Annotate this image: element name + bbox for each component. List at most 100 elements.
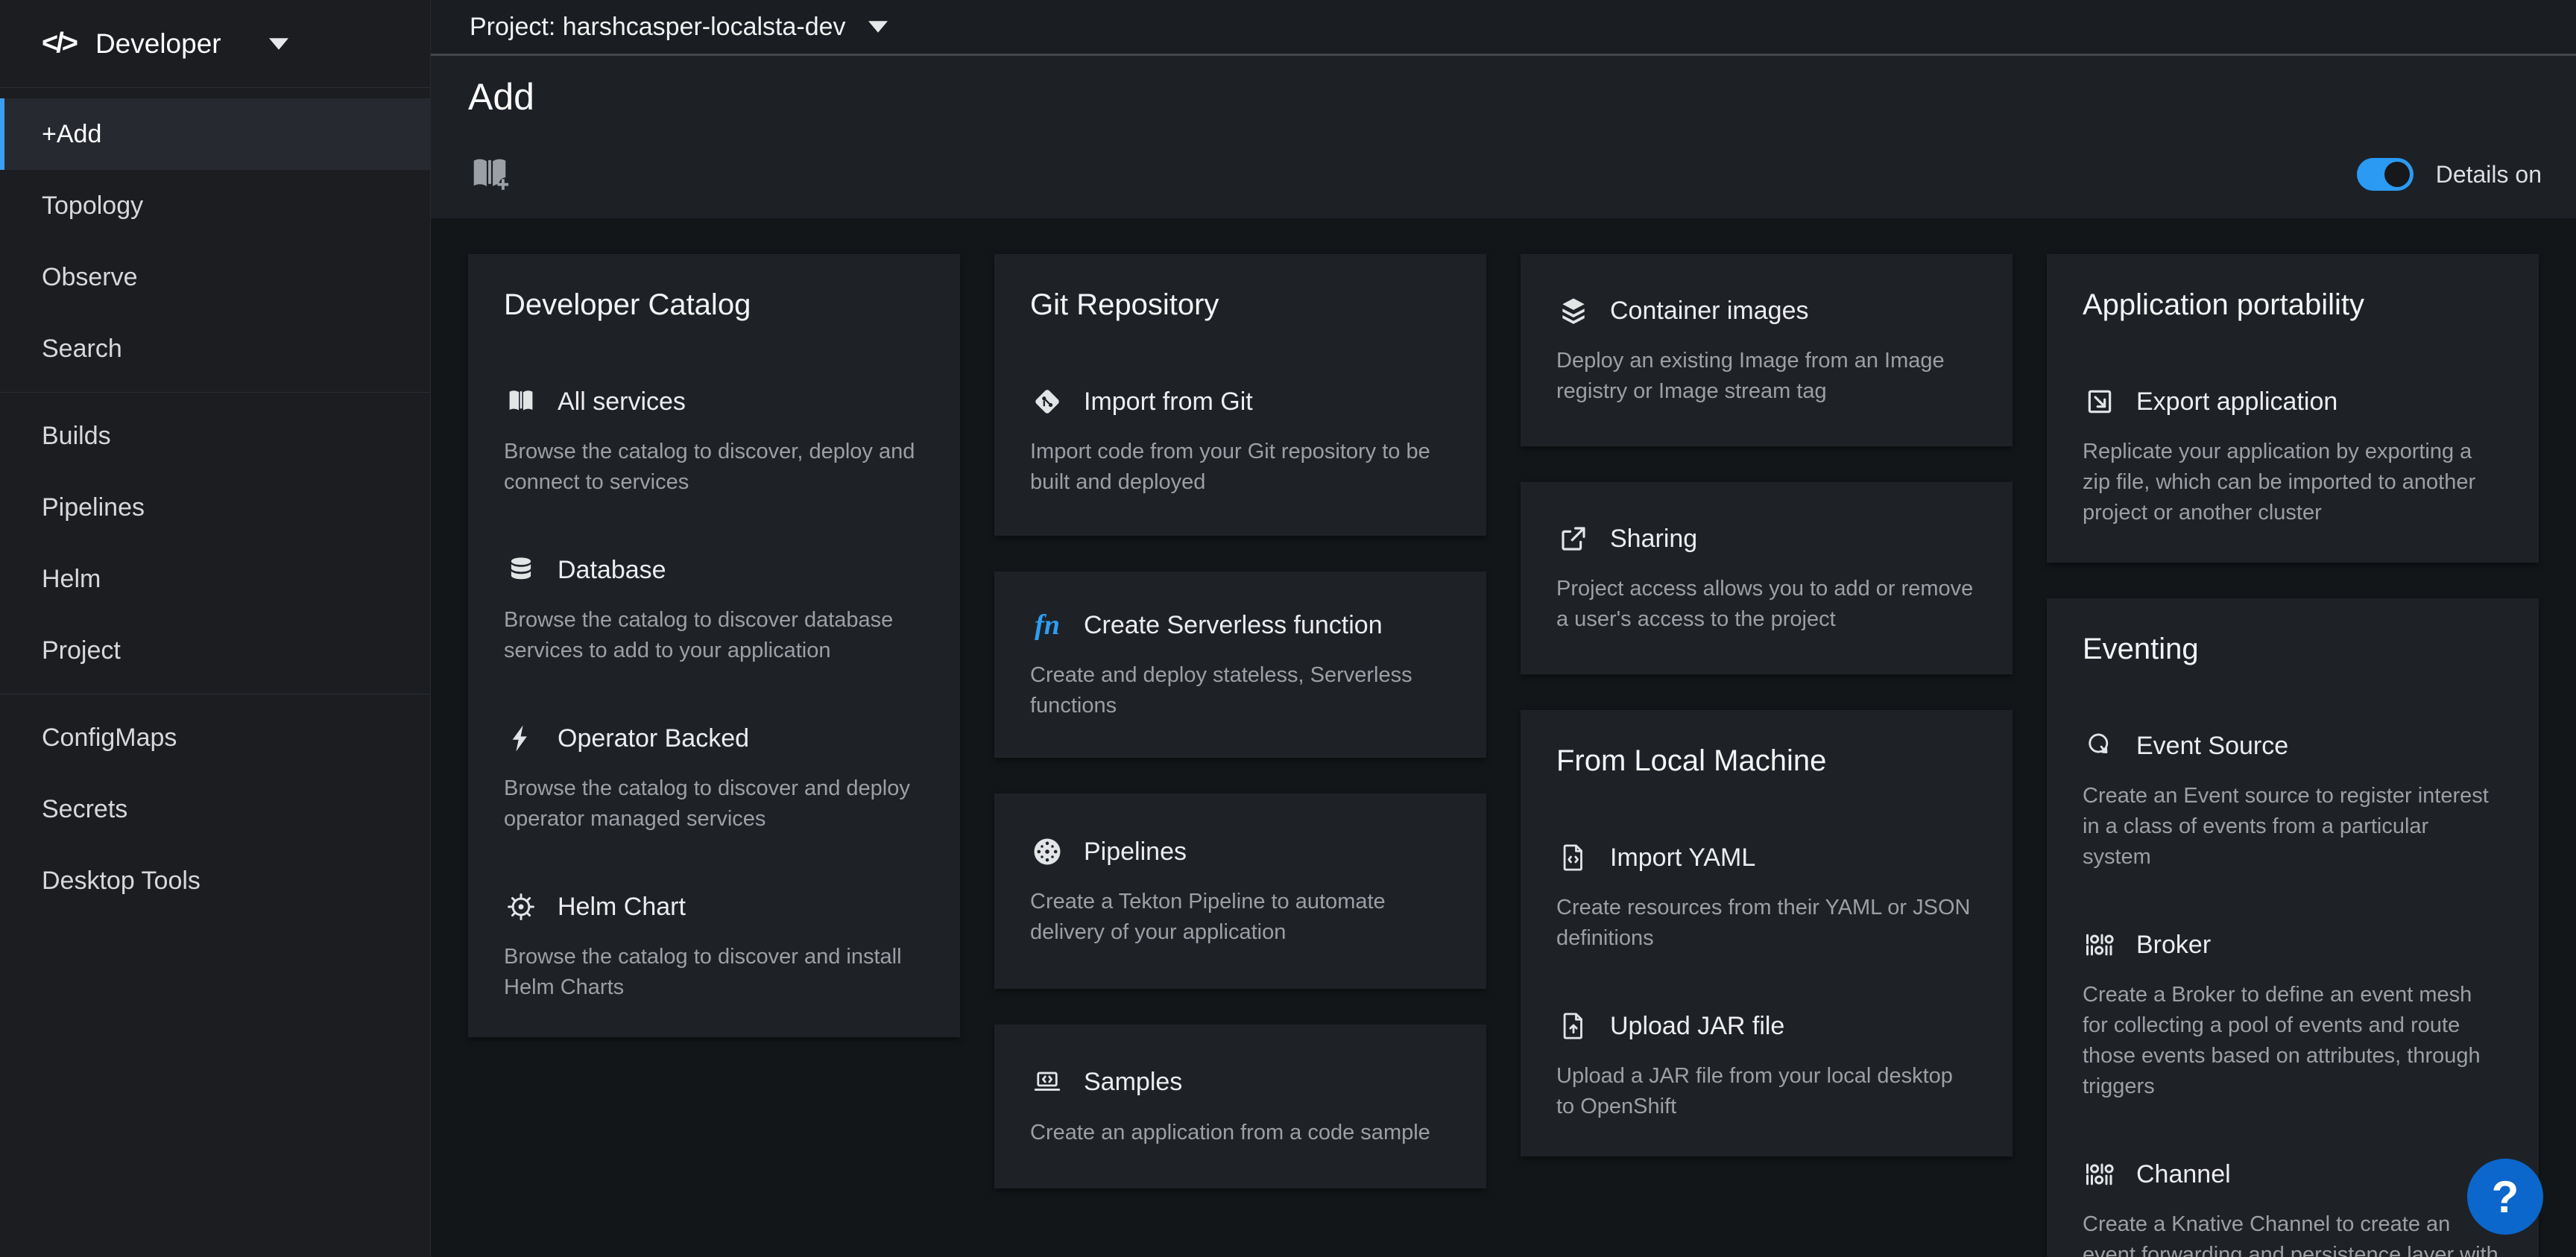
item-description: Create an Event source to register inter… bbox=[2083, 781, 2503, 873]
card-pipelines: Pipelines Create a Tekton Pipeline to au… bbox=[994, 794, 1486, 989]
item-label: Database bbox=[558, 556, 666, 585]
card-item-helm-chart[interactable]: Helm Chart Browse the catalog to discove… bbox=[504, 890, 924, 1003]
card-samples: Samples Create an application from a cod… bbox=[994, 1025, 1486, 1188]
sidebar-item-secrets[interactable]: Secrets bbox=[0, 773, 430, 845]
card-item-create-serverless-function[interactable]: fn Create Serverless function Create and… bbox=[1030, 608, 1450, 721]
chevron-down-icon bbox=[868, 21, 888, 33]
item-label: All services bbox=[558, 387, 686, 417]
card-item-import-from-git[interactable]: Import from Git Import code from your Gi… bbox=[1030, 384, 1450, 498]
card-from-local-machine: From Local Machine Import YAML bbox=[1521, 710, 2012, 1156]
sidebar: </> Developer +Add Topology Observe Sear… bbox=[0, 0, 431, 1257]
project-selector[interactable]: Project: harshcasper-localsta-dev bbox=[470, 13, 888, 42]
sidebar-item-builds[interactable]: Builds bbox=[0, 400, 430, 472]
item-description: Create resources from their YAML or JSON… bbox=[1556, 893, 1977, 954]
card-container-images: Container images Deploy an existing Imag… bbox=[1521, 254, 2012, 446]
item-description: Browse the catalog to discover and insta… bbox=[504, 942, 924, 1003]
card-item-sharing[interactable]: Sharing Project access allows you to add… bbox=[1556, 522, 1977, 635]
sidebar-item-desktop-tools[interactable]: Desktop Tools bbox=[0, 845, 430, 916]
database-icon bbox=[504, 553, 538, 587]
card-title: Eventing bbox=[2083, 633, 2503, 666]
sidebar-item-search[interactable]: Search bbox=[0, 313, 430, 384]
layers-icon bbox=[1556, 294, 1591, 328]
event-source-icon bbox=[2083, 729, 2117, 763]
broker-icon bbox=[2083, 928, 2117, 962]
item-label: Channel bbox=[2136, 1160, 2231, 1189]
sidebar-item-configmaps[interactable]: ConfigMaps bbox=[0, 702, 430, 773]
card-item-operator-backed[interactable]: Operator Backed Browse the catalog to di… bbox=[504, 721, 924, 835]
card-application-portability: Application portability Export applicati… bbox=[2047, 254, 2539, 563]
item-label: Import YAML bbox=[1610, 843, 1755, 873]
item-description: Replicate your application by exporting … bbox=[2083, 437, 2503, 528]
serverless-fn-icon: fn bbox=[1030, 608, 1064, 642]
page-title: Add bbox=[468, 75, 2542, 118]
item-label: Pipelines bbox=[1084, 838, 1187, 867]
item-label: Helm Chart bbox=[558, 893, 686, 922]
cards-column-2: Git Repository Import bbox=[994, 254, 1486, 1188]
item-description: Browse the catalog to discover database … bbox=[504, 605, 924, 666]
developer-logo-icon: </> bbox=[42, 28, 76, 60]
sidebar-item-project[interactable]: Project bbox=[0, 615, 430, 686]
share-icon bbox=[1556, 522, 1591, 556]
card-item-database[interactable]: Database Browse the catalog to discover … bbox=[504, 553, 924, 666]
add-cards-grid: Developer Catalog All services Brow bbox=[431, 218, 2576, 1257]
card-item-pipelines[interactable]: Pipelines Create a Tekton Pipeline to au… bbox=[1030, 835, 1450, 948]
sidebar-item-topology[interactable]: Topology bbox=[0, 170, 430, 241]
chevron-down-icon bbox=[269, 38, 288, 50]
item-description: Import code from your Git repository to … bbox=[1030, 437, 1450, 498]
cards-column-4: Application portability Export applicati… bbox=[2047, 254, 2539, 1257]
cards-column-1: Developer Catalog All services Brow bbox=[468, 254, 960, 1037]
card-item-event-source[interactable]: Event Source Create an Event source to r… bbox=[2083, 729, 2503, 873]
perspective-switcher[interactable]: </> Developer bbox=[0, 0, 430, 88]
sidebar-item-observe[interactable]: Observe bbox=[0, 241, 430, 313]
sidebar-nav: +Add Topology Observe Search Builds Pipe… bbox=[0, 88, 430, 916]
card-developer-catalog: Developer Catalog All services Brow bbox=[468, 254, 960, 1037]
item-description: Browse the catalog to discover and deplo… bbox=[504, 773, 924, 835]
item-description: Create a Knative Channel to create an ev… bbox=[2083, 1209, 2503, 1257]
git-icon bbox=[1030, 384, 1064, 419]
item-label: Export application bbox=[2136, 387, 2337, 417]
main-area: Project: harshcasper-localsta-dev Add bbox=[431, 0, 2576, 1257]
item-description: Create a Tekton Pipeline to automate del… bbox=[1030, 887, 1450, 948]
card-eventing: Eventing Event Source bbox=[2047, 598, 2539, 1257]
card-serverless-function: fn Create Serverless function Create and… bbox=[994, 571, 1486, 758]
project-bar: Project: harshcasper-localsta-dev bbox=[431, 0, 2576, 56]
sidebar-item-helm[interactable]: Helm bbox=[0, 543, 430, 615]
card-item-upload-jar-file[interactable]: Upload JAR file Upload a JAR file from y… bbox=[1556, 1009, 1977, 1122]
item-label: Broker bbox=[2136, 931, 2211, 960]
details-toggle-label: Details on bbox=[2436, 161, 2542, 189]
tekton-pipelines-icon bbox=[1030, 835, 1064, 869]
sidebar-item-add[interactable]: +Add bbox=[0, 98, 430, 170]
help-button[interactable]: ? bbox=[2467, 1159, 2543, 1235]
perspective-label: Developer bbox=[95, 28, 221, 60]
helm-icon bbox=[504, 890, 538, 924]
item-description: Deploy an existing Image from an Image r… bbox=[1556, 346, 1977, 407]
card-title: From Local Machine bbox=[1556, 744, 1977, 778]
file-code-icon bbox=[1556, 840, 1591, 875]
item-label: Upload JAR file bbox=[1610, 1012, 1784, 1041]
toggle-knob bbox=[2384, 162, 2410, 187]
sidebar-item-pipelines[interactable]: Pipelines bbox=[0, 472, 430, 543]
catalog-book-plus-icon bbox=[468, 153, 511, 196]
file-upload-icon bbox=[1556, 1009, 1591, 1043]
card-git-repository: Git Repository Import bbox=[994, 254, 1486, 536]
channel-icon bbox=[2083, 1157, 2117, 1191]
card-item-samples[interactable]: Samples Create an application from a cod… bbox=[1030, 1066, 1450, 1148]
card-item-export-application[interactable]: Export application Replicate your applic… bbox=[2083, 384, 2503, 528]
card-item-all-services[interactable]: All services Browse the catalog to disco… bbox=[504, 384, 924, 498]
project-selector-label: Project: harshcasper-localsta-dev bbox=[470, 13, 846, 42]
item-description: Browse the catalog to discover, deploy a… bbox=[504, 437, 924, 498]
card-title: Application portability bbox=[2083, 288, 2503, 322]
item-description: Create an application from a code sample bbox=[1030, 1118, 1450, 1148]
item-label: Sharing bbox=[1610, 525, 1697, 554]
sidebar-separator bbox=[0, 392, 430, 393]
item-description: Create a Broker to define an event mesh … bbox=[2083, 980, 2503, 1102]
card-item-container-images[interactable]: Container images Deploy an existing Imag… bbox=[1556, 294, 1977, 407]
card-item-import-yaml[interactable]: Import YAML Create resources from their … bbox=[1556, 840, 1977, 954]
card-item-broker[interactable]: Broker Create a Broker to define an even… bbox=[2083, 928, 2503, 1102]
card-item-channel[interactable]: Channel Create a Knative Channel to crea… bbox=[2083, 1157, 2503, 1257]
card-title: Git Repository bbox=[1030, 288, 1450, 322]
card-title: Developer Catalog bbox=[504, 288, 924, 322]
details-toggle-group: Details on bbox=[2357, 158, 2542, 191]
item-label: Create Serverless function bbox=[1084, 611, 1383, 640]
details-toggle[interactable] bbox=[2357, 158, 2414, 191]
